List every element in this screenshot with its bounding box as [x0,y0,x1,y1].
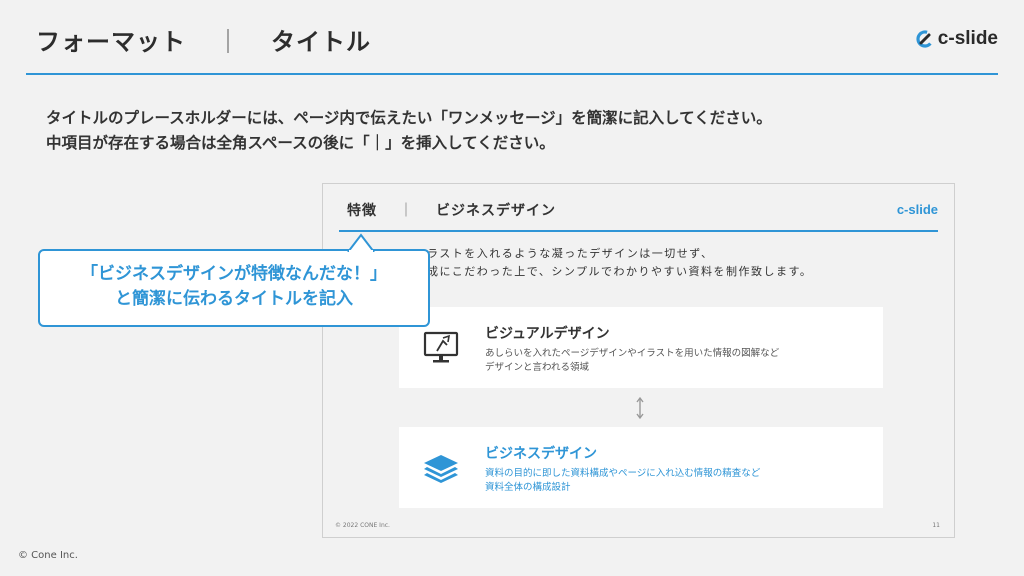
header-divider [26,73,998,75]
layers-icon [424,455,458,483]
card-desc-line-2: デザインと言われる領域 [485,362,590,373]
up-down-arrow-icon [636,396,644,420]
callout-line-2: と簡潔に伝わるタイトルを記入 [115,289,353,309]
header-title: フォーマット ｜ タイトル [36,22,371,57]
card-desc-line-1: 資料の目的に即した資料構成やページに入れ込む情報の精査など [485,468,761,479]
card-desc-line-2: 資料全体の構成設計 [485,482,571,493]
callout-pointer [347,233,375,252]
instruction-line-2: 中項目が存在する場合は全角スペースの後に「｜」を挿入してください。 [46,134,555,152]
callout-box: 「ビジネスデザインが特徴なんだな！」 と簡潔に伝わるタイトルを記入 [38,249,430,327]
footer-copyright: © Cone Inc. [18,550,78,561]
card-title: ビジュアルデザイン [485,326,610,342]
instructions: タイトルのプレースホルダーには、ページ内で伝えたい「ワンメッセージ」を簡潔に記入… [46,106,772,156]
preview-title-left: 特徴 [347,203,377,219]
header-title-right: タイトル [271,28,371,56]
logo-text: c-slide [937,28,998,49]
preview-divider [339,230,938,232]
c-slide-logo-icon [916,30,934,48]
business-design-card: ビジネスデザイン 資料の目的に即した資料構成やページに入れ込む情報の精査など 資… [399,427,883,508]
slide-preview: 特徴｜ビジネスデザイン c-slide ラストを入れるような凝ったデザインは一切… [322,183,955,538]
instruction-line-1: タイトルのプレースホルダーには、ページ内で伝えたい「ワンメッセージ」を簡潔に記入… [46,109,772,127]
header-title-left: フォーマット [36,28,186,56]
callout-text: 「ビジネスデザインが特徴なんだな！」 と簡潔に伝わるタイトルを記入 [40,262,428,312]
monitor-icon [423,331,459,363]
preview-title: 特徴 ｜ ビジネスデザイン [347,200,556,220]
card-title: ビジネスデザイン [485,446,597,462]
preview-title-right: ビジネスデザイン [436,203,556,219]
callout-line-1: 「ビジネスデザインが特徴なんだな！」 [81,264,387,284]
preview-separator: ｜ [399,203,414,219]
preview-copyright: © 2022 CONE Inc. [335,522,390,529]
brand-logo: c-slide [916,28,998,50]
visual-design-card: ビジュアルデザイン あしらいを入れたページデザインやイラストを用いた情報の図解な… [399,307,883,388]
header-separator: ｜ [216,28,241,56]
card-description: 資料の目的に即した資料構成やページに入れ込む情報の精査など 資料全体の構成設計 [485,467,760,495]
preview-logo: c-slide [896,202,938,217]
card-description: あしらいを入れたページデザインやイラストを用いた情報の図解など デザインと言われ… [485,347,779,375]
card-desc-line-1: あしらいを入れたページデザインやイラストを用いた情報の図解など [485,348,780,359]
preview-page-number: 11 [932,522,940,529]
